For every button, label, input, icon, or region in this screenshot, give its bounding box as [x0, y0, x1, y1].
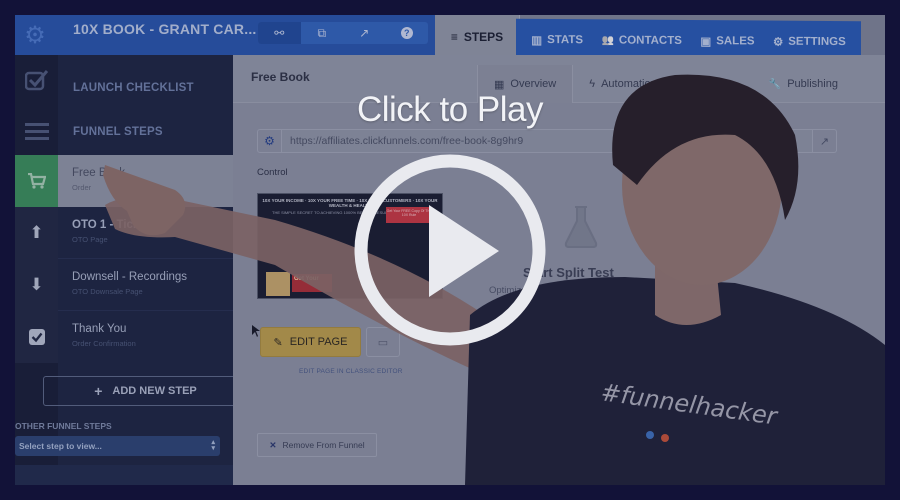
other-steps-select[interactable]: Select step to view... ▴ ▾ — [15, 436, 220, 456]
page-url-field[interactable]: https://affiliates.clickfunnels.com/free… — [282, 129, 813, 153]
tab-sales[interactable]: ▣ SALES — [700, 34, 754, 48]
help-icon[interactable]: ? — [386, 22, 429, 44]
funnel-toolbar: ⚯ ⧉ ↗ ? — [258, 22, 428, 44]
control-label: Control — [257, 167, 288, 178]
sidebar-footer — [15, 465, 233, 485]
plus-icon: + — [94, 383, 103, 399]
select-placeholder: Select step to view... — [19, 441, 102, 451]
step-subtitle: Order Confirmation — [72, 339, 136, 348]
link-icon[interactable]: ⚯ — [258, 22, 301, 44]
add-new-step-label: ADD NEW STEP — [112, 385, 197, 397]
funnel-header: ⚙ 10X BOOK - GRANT CAR... ⚯ ⧉ ↗ ? — [15, 15, 435, 55]
edit-classic-editor-link[interactable]: EDIT PAGE IN CLASSIC EDITOR — [299, 368, 403, 375]
tab-contacts[interactable]: 👥 CONTACTS — [601, 34, 681, 47]
flask-icon — [563, 205, 599, 259]
close-icon: ✕ — [269, 439, 277, 450]
funnel-step-thank-you[interactable]: Thank You Order Confirmation — [15, 311, 233, 363]
tab-settings[interactable]: ⚙ SETTINGS — [773, 35, 846, 50]
book-cover-image — [266, 272, 290, 296]
list-icon: ≡ — [450, 30, 458, 44]
remove-from-funnel-button[interactable]: ✕ Remove From Funnel — [257, 433, 377, 457]
step-title: OTO 1 - Tickets — [72, 219, 156, 231]
other-funnel-steps-label: OTHER FUNNEL STEPS — [15, 421, 112, 431]
add-new-step-button[interactable]: + ADD NEW STEP — [43, 376, 248, 406]
tab-stats-label: STATS — [547, 34, 584, 47]
grid-icon: ▦ — [494, 78, 505, 91]
arrow-down-icon: ⬇ — [15, 259, 58, 311]
step-subtitle: OTO Downsale Page — [72, 287, 143, 296]
check-square-icon — [15, 311, 58, 363]
step-subtitle: Order — [72, 183, 92, 192]
subtab-publishing-label: Publishing — [787, 78, 838, 90]
funnel-step-free-book[interactable]: Free Book Order — [15, 155, 233, 215]
tab-contacts-label: CONTACTS — [618, 34, 682, 47]
subtab-overview-label: Overview — [510, 78, 557, 90]
edit-icon: ✎ — [273, 336, 283, 349]
clone-icon[interactable]: ⧉ — [301, 22, 344, 44]
edit-page-button[interactable]: ✎ EDIT PAGE — [260, 327, 361, 357]
tab-steps-label: STEPS — [463, 30, 504, 44]
users-icon: 👥 — [601, 34, 614, 46]
play-triangle — [429, 205, 499, 297]
tab-stats[interactable]: ▥ STATS — [531, 33, 583, 47]
step-title: Downsell - Recordings — [72, 271, 188, 283]
wrench-icon: 🔧 — [768, 78, 782, 90]
tab-sales-label: SALES — [716, 35, 755, 48]
funnel-title: 10X BOOK - GRANT CAR... — [73, 21, 257, 37]
click-to-play-label[interactable]: Click to Play — [0, 90, 900, 130]
video-player[interactable]: ⚙ 10X BOOK - GRANT CAR... ⚯ ⧉ ↗ ? ≡ STEP… — [0, 0, 900, 500]
url-settings-gear-icon[interactable]: ⚙ — [257, 129, 282, 153]
tab-settings-label: SETTINGS — [788, 35, 846, 49]
external-link-icon[interactable]: ↗ — [343, 22, 386, 44]
funnel-step-oto1[interactable]: ⬆ OTO 1 - Tickets OTO Page — [15, 207, 233, 259]
step-title: Free Book — [251, 70, 310, 84]
settings-gear-icon[interactable]: ⚙ — [15, 15, 55, 55]
help-glyph: ? — [400, 27, 413, 39]
cursor-icon — [252, 325, 260, 337]
play-circle-icon[interactable] — [351, 151, 549, 349]
arrow-up-icon: ⬆ — [15, 207, 58, 259]
edit-page-label: EDIT PAGE — [289, 336, 348, 348]
page-url-row: ⚙ https://affiliates.clickfunnels.com/fr… — [257, 129, 837, 153]
bolt-icon: ϟ — [589, 78, 596, 90]
step-title: Free Book — [72, 167, 126, 179]
select-arrows-icon: ▴ ▾ — [211, 439, 215, 452]
tab-steps[interactable]: ≡ STEPS — [435, 15, 520, 59]
bar-chart-icon: ▥ — [531, 34, 543, 47]
funnel-step-downsell[interactable]: ⬇ Downsell - Recordings OTO Downsale Pag… — [15, 259, 233, 311]
remove-from-funnel-label: Remove From Funnel — [282, 440, 365, 450]
step-title: Thank You — [72, 323, 127, 335]
open-url-external-icon[interactable]: ↗ — [813, 129, 837, 153]
step-subtitle: OTO Page — [72, 235, 108, 244]
money-icon: ▣ — [700, 36, 712, 49]
gear-icon: ⚙ — [772, 36, 784, 49]
cart-icon — [15, 155, 58, 207]
thumbnail-promo: Get Your — [292, 274, 332, 292]
subtab-automation-label: Automation — [601, 78, 657, 90]
